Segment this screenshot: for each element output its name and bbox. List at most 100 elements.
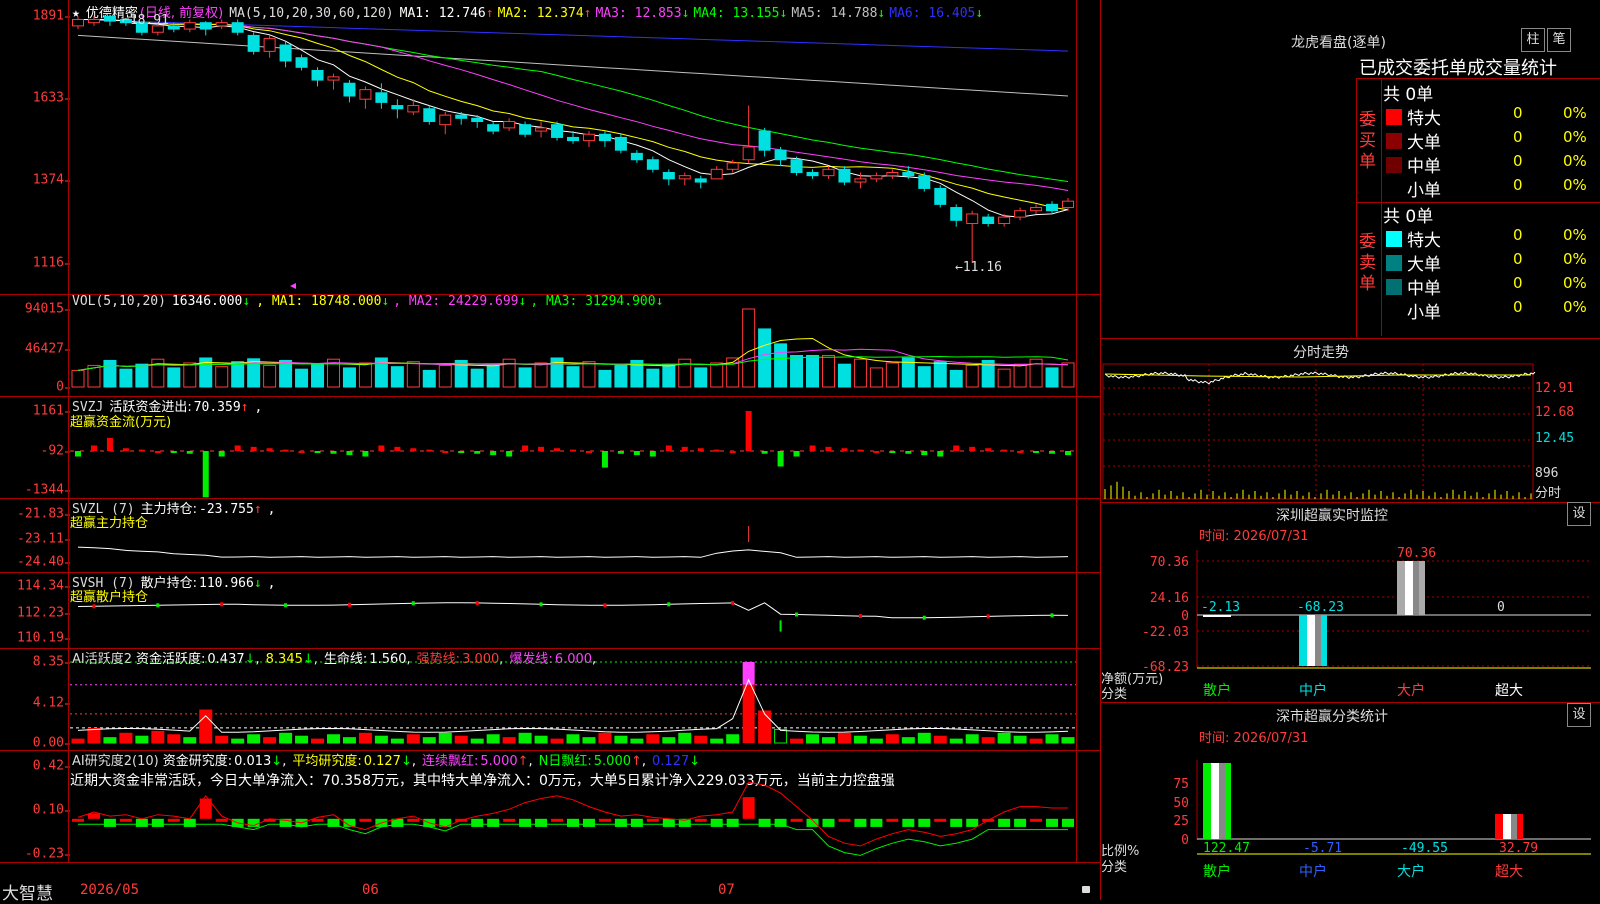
svzj-chart[interactable] (0, 396, 1100, 498)
candle (359, 89, 372, 100)
fl-bar-super (1495, 814, 1523, 839)
fund-bar (729, 451, 736, 453)
volume-bar (949, 369, 963, 388)
ai1-chart[interactable] (0, 648, 1100, 750)
fund-bar (905, 451, 912, 454)
ai1-bar (853, 735, 867, 744)
stroke-mode-button[interactable]: 笔 (1547, 28, 1571, 52)
fl-settings-button[interactable]: 设 (1567, 703, 1591, 727)
volume-bar (1061, 362, 1075, 388)
ai2-bar (614, 818, 627, 827)
ai1-bar (279, 732, 293, 744)
sz-settings-button[interactable]: 设 (1567, 502, 1591, 526)
ai1-bar (502, 737, 516, 744)
buy-row: 大单 0 0% (1383, 128, 1600, 153)
volume-bar (231, 361, 245, 388)
ai2-bar (870, 818, 883, 827)
ai2-bar (119, 818, 132, 822)
candle (934, 187, 947, 205)
fl-axis-tick: 0 (1181, 833, 1189, 848)
fund-bar (777, 451, 784, 467)
fenshi-price-line (1104, 371, 1536, 385)
volume-bar (518, 367, 532, 388)
bar-mode-button[interactable]: 柱 (1521, 28, 1545, 52)
ai2-bar (646, 818, 659, 822)
vol-ma1-line (77, 337, 1069, 371)
candle (231, 22, 244, 33)
candle (598, 133, 611, 142)
ai1-bar (758, 710, 772, 744)
svzl-chart[interactable] (0, 498, 1100, 572)
fl-bar-chart[interactable]: 75 50 25 0 122.47 -5.71 -49.55 32.79 散户 中户 大户 超大 (1101, 740, 1600, 900)
lock-icon[interactable] (1082, 886, 1090, 893)
ai1-bar (199, 709, 213, 744)
volume-panel[interactable]: VOL(5,10,20) 16346.000↓, MA1: 18748.000↓,… (0, 294, 1100, 397)
volume-bar (885, 362, 899, 388)
ai2-bar (854, 818, 867, 827)
candle (215, 22, 228, 27)
ai1-bar (646, 734, 660, 744)
axis-line (68, 572, 69, 648)
ai-research-panel[interactable]: AI研究度2(10) 资金研究度: 0.013↓, 平均研究度: 0.127↓, 连续飘红… (0, 750, 1100, 863)
sz-bar-chart[interactable]: 70.3624.160-22.03-68.23-2.13 -68.2370.360… (1101, 540, 1600, 700)
volume-bar (103, 359, 117, 388)
row-swatch (1386, 133, 1402, 149)
volume-bar (758, 328, 772, 388)
fund-bar (601, 451, 608, 468)
volume-bar (965, 364, 979, 388)
svzj-panel[interactable]: SVZJ 活跃资金进出: 70.359↑, 超赢资金流(万元) 1161 -92 -13… (0, 396, 1100, 499)
candle (471, 117, 484, 122)
ai2-bar (215, 818, 228, 822)
row-count: 0 (1513, 250, 1523, 268)
row-name: 中单 (1407, 279, 1441, 299)
ai-activity-panel[interactable]: AI活跃度2 资金活跃度: 0.437↓, 8.345↓, 生命线: 1.560, 强势线:… (0, 648, 1100, 751)
svzl-panel[interactable]: SVZL (7) 主力持仓: -23.755↑, 超赢主力持仓 -21.83 -23.… (0, 498, 1100, 573)
chart-right-edge (1076, 572, 1077, 648)
volume-bar (1045, 367, 1059, 388)
chart-right-edge (1076, 294, 1077, 396)
fund-bar (617, 451, 624, 454)
svsh-panel[interactable]: SVSH (7) 散户持仓: 110.966↓, 超赢散户持仓 114.34 112.… (0, 572, 1100, 649)
volume-bar (582, 361, 596, 388)
sell-row: 特大 0 0% (1383, 226, 1600, 251)
candle (311, 69, 324, 81)
fund-bar (122, 448, 129, 451)
fund-bar (1033, 451, 1040, 453)
ai2-red-line (77, 781, 1068, 847)
axis-line (68, 0, 69, 294)
ai1-bar (135, 735, 149, 744)
volume-bar (614, 364, 628, 388)
ai1-bar (87, 727, 101, 744)
row-pct: 0% (1563, 152, 1587, 170)
ai2-chart[interactable] (0, 750, 1100, 862)
svsh-dot (92, 604, 96, 609)
ai1-bar (534, 735, 548, 744)
candle (423, 108, 436, 122)
fund-bar (362, 451, 369, 457)
ai1-bar (454, 735, 468, 744)
ma4-line (78, 19, 1069, 182)
fl-axis-tick: 75 (1173, 777, 1189, 792)
kline-chart[interactable] (0, 0, 1100, 294)
axis-line (68, 750, 69, 862)
kline-panel[interactable]: ★ 优德精密 (日线, 前复权) MA(5,10,20,30,60,120) MA1: … (0, 0, 1100, 295)
svsh-dot (1050, 613, 1054, 618)
volume-bar (438, 364, 452, 388)
ai1-bar (582, 737, 596, 744)
candle (567, 136, 579, 142)
ai2-bar (183, 818, 196, 827)
candle (886, 171, 899, 177)
fund-bar (761, 451, 768, 454)
fenshi-chart[interactable] (1101, 362, 1600, 502)
sell-row: 中单 0 0% (1383, 274, 1600, 299)
row-swatch (1386, 231, 1402, 247)
ai1-bar (231, 738, 245, 744)
candle (774, 149, 787, 161)
volume-chart[interactable] (0, 294, 1100, 396)
fund-bar (522, 445, 529, 451)
fund-bar (538, 446, 545, 451)
fl-axis-tick: 25 (1173, 814, 1189, 829)
svsh-chart[interactable] (0, 572, 1100, 648)
row-swatch (1386, 157, 1402, 173)
ai2-bar (742, 797, 755, 819)
